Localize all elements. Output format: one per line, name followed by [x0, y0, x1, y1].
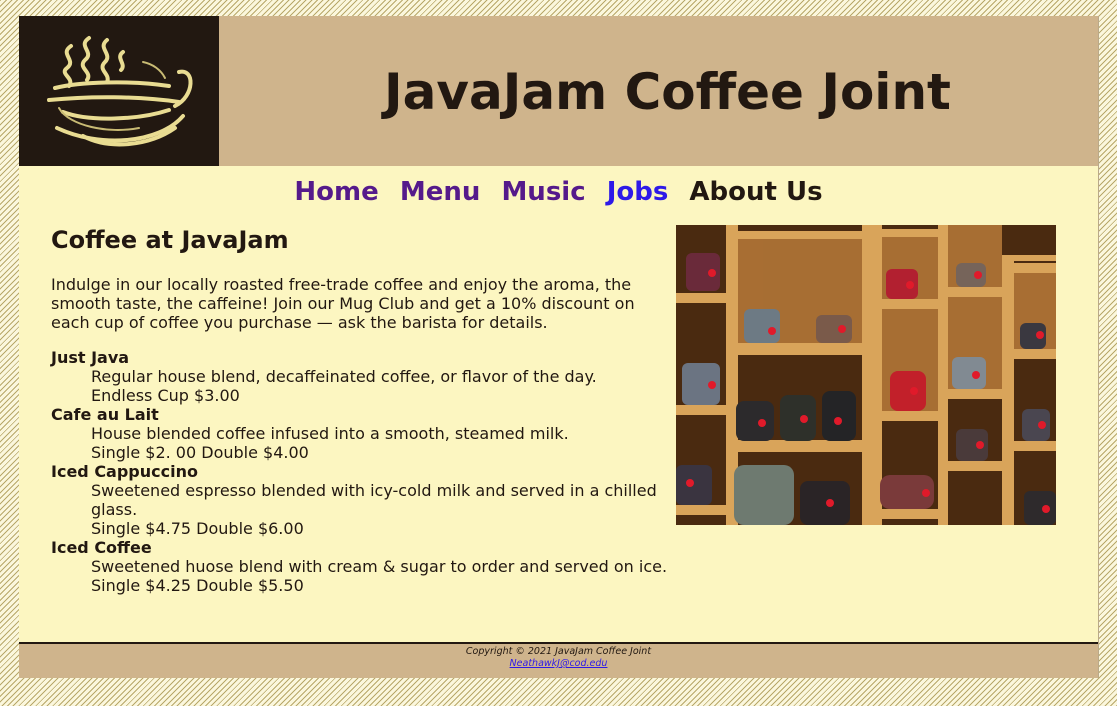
menu-item-price: Single $2. 00 Double $4.00	[91, 443, 309, 462]
nav-link-menu[interactable]: Menu	[400, 177, 481, 207]
menu-item-name: Iced Coffee	[51, 538, 152, 557]
nav-link-about-us[interactable]: About Us	[689, 177, 822, 207]
copyright-text: Copyright © 2021 JavaJam Coffee Joint	[465, 646, 652, 657]
menu-item-name: Cafe au Lait	[51, 405, 159, 424]
site-title: JavaJam Coffee Joint	[384, 63, 951, 121]
coffee-menu-list: Just Java Regular house blend, decaffein…	[51, 348, 691, 595]
menu-item-price: Single $4.75 Double $6.00	[91, 519, 304, 538]
menu-item-description: House blended coffee infused into a smoo…	[91, 424, 569, 443]
mugs-on-shelves-image	[676, 225, 1056, 525]
footer-email-link[interactable]: NeathawkJ@cod.edu	[510, 658, 608, 669]
page-wrapper: JavaJam Coffee Joint Home Menu Music Job…	[19, 16, 1099, 678]
nav-link-jobs[interactable]: Jobs	[607, 177, 669, 207]
menu-item-description: Sweetened huose blend with cream & sugar…	[91, 557, 668, 576]
mugs-photo	[676, 225, 1056, 525]
menu-item-description: Sweetened espresso blended with icy-cold…	[91, 481, 657, 519]
page-heading: Coffee at JavaJam	[51, 226, 289, 254]
site-header: JavaJam Coffee Joint	[19, 16, 1098, 166]
site-footer: Copyright © 2021 JavaJam Coffee Joint Ne…	[19, 642, 1098, 678]
logo	[19, 16, 219, 166]
menu-item-price: Endless Cup $3.00	[91, 386, 240, 405]
menu-item-description: Regular house blend, decaffeinated coffe…	[91, 367, 597, 386]
menu-item-name: Iced Cappuccino	[51, 462, 198, 481]
intro-paragraph: Indulge in our locally roasted free-trad…	[51, 275, 635, 332]
menu-item-name: Just Java	[51, 348, 130, 367]
menu-item-price: Single $4.25 Double $5.50	[91, 576, 304, 595]
nav-link-home[interactable]: Home	[294, 177, 378, 207]
steaming-coffee-cup-icon	[47, 36, 193, 147]
main-nav: Home Menu Music Jobs About Us	[19, 166, 1098, 218]
nav-link-music[interactable]: Music	[501, 177, 585, 207]
